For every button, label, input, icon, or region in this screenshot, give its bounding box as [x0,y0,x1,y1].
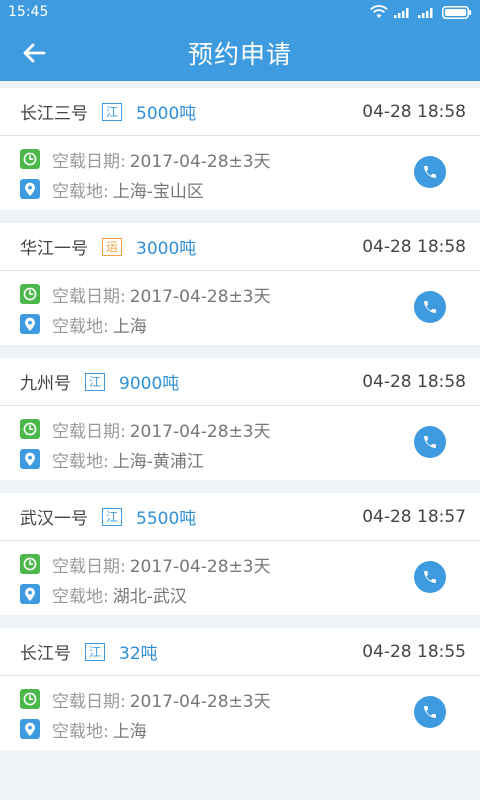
empty-place-label: 空载地: [52,586,109,607]
location-pin-icon [20,314,40,334]
empty-date-value: 2017-04-28±3天 [129,286,271,307]
status-time: 15:45 [8,4,49,20]
ship-name: 武汉一号 [20,509,88,529]
phone-icon [424,301,436,313]
ship-name: 长江号 [20,644,71,664]
ship-type-badge: 江 [85,372,106,391]
card-header: 长江三号 江 5000吨 04-28 18:58 [0,88,480,136]
call-button[interactable] [414,696,446,728]
empty-date-label: 空载日期: [52,286,126,307]
empty-date-value: 2017-04-28±3天 [129,556,271,577]
ship-name: 华江一号 [20,239,88,259]
location-pin-icon [20,449,40,469]
clock-icon [20,284,40,304]
tonnage: 32吨 [119,644,158,664]
phone-icon [424,436,436,448]
location-pin-icon [20,719,40,739]
ship-type-badge: 江 [102,507,123,526]
call-button[interactable] [414,426,446,458]
call-button[interactable] [414,561,446,593]
ship-type-badge: 江 [85,642,106,661]
wifi-icon [370,5,388,18]
card-header: 华江一号 运 3000吨 04-28 18:58 [0,223,480,271]
ship-name: 长江三号 [20,104,88,124]
tonnage: 9000吨 [119,374,180,394]
clock-icon [20,554,40,574]
request-time: 04-28 18:57 [362,506,466,527]
empty-place-row: 空载地: 上海-黄浦江 [20,444,460,474]
card-body: 空载日期: 2017-04-28±3天 空载地: 上海 [0,271,480,344]
card-body: 空载日期: 2017-04-28±3天 空载地: 湖北-武汉 [0,541,480,614]
empty-place-row: 空载地: 上海-宝山区 [20,174,460,204]
request-time: 04-28 18:58 [362,236,466,257]
location-pin-icon [20,179,40,199]
tonnage: 3000吨 [136,239,197,259]
empty-place-row: 空载地: 湖北-武汉 [20,579,460,609]
phone-icon [424,571,436,583]
clock-icon [20,149,40,169]
status-icons [370,5,472,19]
tonnage: 5500吨 [136,509,197,529]
empty-place-value: 上海 [112,721,147,742]
empty-date-value: 2017-04-28±3天 [129,691,271,712]
call-button[interactable] [414,156,446,188]
empty-place-label: 空载地: [52,451,109,472]
phone-icon [424,166,436,178]
reservation-card[interactable]: 华江一号 运 3000吨 04-28 18:58 空载日期: 2017-04-2… [0,223,480,345]
empty-date-value: 2017-04-28±3天 [129,421,271,442]
call-button[interactable] [414,291,446,323]
clock-icon [20,419,40,439]
empty-place-label: 空载地: [52,316,109,337]
ship-name: 九州号 [20,374,71,394]
reservation-card[interactable]: 九州号 江 9000吨 04-28 18:58 空载日期: 2017-04-28… [0,358,480,480]
battery-icon [442,5,472,19]
back-button[interactable] [14,24,54,81]
request-time: 04-28 18:55 [362,641,466,662]
empty-date-row: 空载日期: 2017-04-28±3天 [20,144,460,174]
empty-place-row: 空载地: 上海 [20,714,460,744]
empty-place-value: 上海-黄浦江 [112,451,204,472]
reservation-list: 长江三号 江 5000吨 04-28 18:58 空载日期: 2017-04-2… [0,81,480,750]
empty-place-label: 空载地: [52,721,109,742]
request-time: 04-28 18:58 [362,371,466,392]
card-body: 空载日期: 2017-04-28±3天 空载地: 上海 [0,676,480,749]
status-bar: 15:45 [0,0,480,24]
clock-icon [20,689,40,709]
empty-date-label: 空载日期: [52,151,126,172]
phone-icon [424,706,436,718]
request-time: 04-28 18:58 [362,101,466,122]
back-arrow-icon [23,43,46,62]
empty-date-row: 空载日期: 2017-04-28±3天 [20,549,460,579]
ship-type-badge: 江 [102,102,123,121]
card-body: 空载日期: 2017-04-28±3天 空载地: 上海-黄浦江 [0,406,480,479]
empty-date-value: 2017-04-28±3天 [129,151,271,172]
empty-date-row: 空载日期: 2017-04-28±3天 [20,279,460,309]
empty-place-value: 上海 [112,316,147,337]
empty-date-row: 空载日期: 2017-04-28±3天 [20,684,460,714]
empty-date-row: 空载日期: 2017-04-28±3天 [20,414,460,444]
empty-place-row: 空载地: 上海 [20,309,460,339]
card-body: 空载日期: 2017-04-28±3天 空载地: 上海-宝山区 [0,136,480,209]
tonnage: 5000吨 [136,104,197,124]
reservation-card[interactable]: 武汉一号 江 5500吨 04-28 18:57 空载日期: 2017-04-2… [0,493,480,615]
reservation-card[interactable]: 长江号 江 32吨 04-28 18:55 空载日期: 2017-04-28±3… [0,628,480,750]
signal-icon [418,8,433,18]
location-pin-icon [20,584,40,604]
empty-date-label: 空载日期: [52,556,126,577]
empty-date-label: 空载日期: [52,691,126,712]
card-header: 武汉一号 江 5500吨 04-28 18:57 [0,493,480,541]
card-header: 长江号 江 32吨 04-28 18:55 [0,628,480,676]
app-bar: 预约申请 [0,24,480,81]
signal-icon [394,8,409,18]
empty-place-label: 空载地: [52,181,109,202]
empty-place-value: 湖北-武汉 [112,586,187,607]
empty-date-label: 空载日期: [52,421,126,442]
card-header: 九州号 江 9000吨 04-28 18:58 [0,358,480,406]
page-title: 预约申请 [187,39,292,69]
ship-type-badge: 运 [102,237,123,256]
empty-place-value: 上海-宝山区 [112,181,204,202]
reservation-card[interactable]: 长江三号 江 5000吨 04-28 18:58 空载日期: 2017-04-2… [0,88,480,210]
